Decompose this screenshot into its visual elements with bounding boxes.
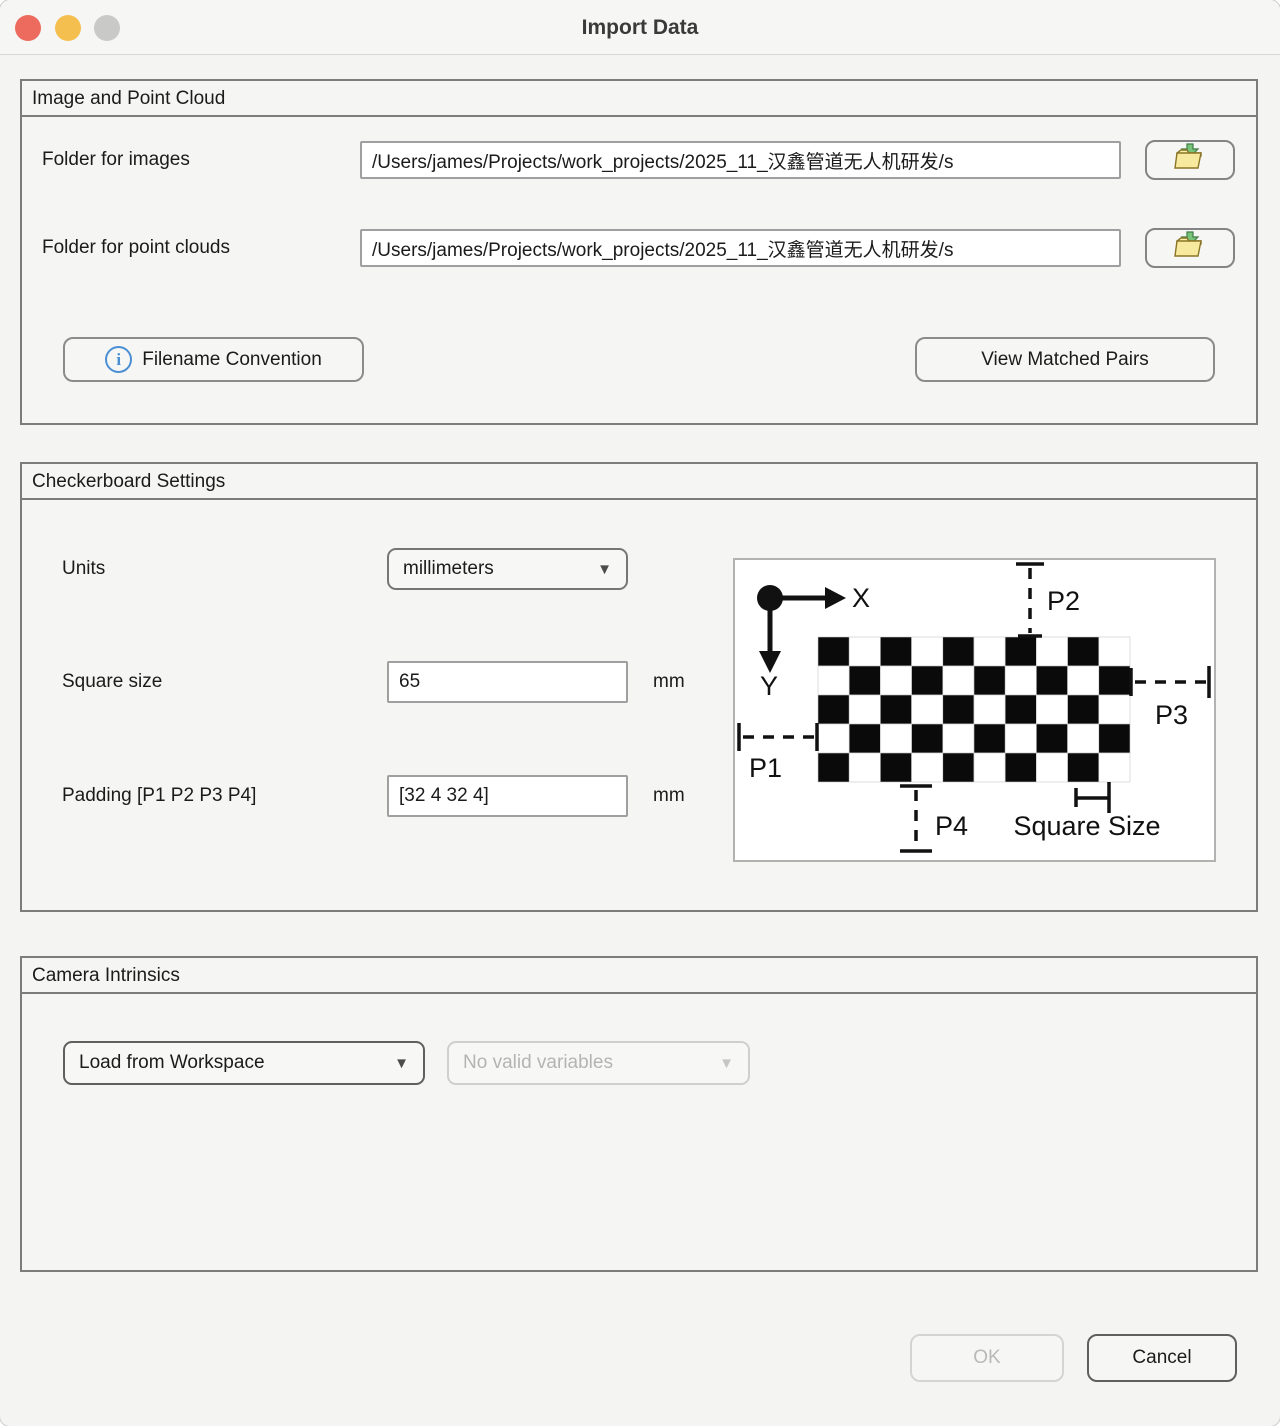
checkerboard-diagram: X Y P2 P3 [733, 558, 1216, 862]
x-axis-label: X [852, 583, 870, 613]
square-size-bracket [1076, 782, 1109, 813]
square-size-unit: mm [653, 661, 685, 703]
units-value: millimeters [403, 558, 494, 580]
titlebar: Import Data [0, 0, 1280, 55]
y-axis-label: Y [760, 671, 778, 701]
view-matched-pairs-label: View Matched Pairs [981, 349, 1149, 371]
padding-label: Padding [P1 P2 P3 P4] [62, 775, 256, 817]
square-size-label: Square size [62, 661, 162, 703]
checkerboard-squares [818, 637, 1130, 782]
intrinsics-variables-dropdown: No valid variables ▼ [447, 1041, 750, 1085]
folder-images-input[interactable] [360, 141, 1121, 179]
view-matched-pairs-button[interactable]: View Matched Pairs [915, 337, 1215, 382]
square-size-input[interactable] [387, 661, 628, 703]
folder-open-icon [1174, 231, 1206, 265]
section-header: Image and Point Cloud [22, 81, 1256, 117]
p1-measure-line [739, 723, 817, 751]
folder-open-icon [1174, 143, 1206, 177]
info-icon: i [105, 346, 132, 373]
folder-point-clouds-label: Folder for point clouds [42, 229, 230, 267]
browse-images-button[interactable] [1145, 140, 1235, 180]
p4-measure-line [900, 786, 932, 851]
filename-convention-button[interactable]: i Filename Convention [63, 337, 364, 382]
camera-intrinsics-section: Camera Intrinsics Load from Workspace ▼ … [20, 956, 1258, 1272]
units-dropdown[interactable]: millimeters ▼ [387, 548, 628, 590]
intrinsics-source-dropdown[interactable]: Load from Workspace ▼ [63, 1041, 425, 1085]
p3-measure-line [1131, 666, 1209, 698]
filename-convention-label: Filename Convention [142, 349, 322, 371]
p2-measure-line [1016, 564, 1044, 636]
padding-unit: mm [653, 775, 685, 817]
chevron-down-icon: ▼ [719, 1055, 734, 1072]
image-point-cloud-section: Image and Point Cloud Folder for images … [20, 79, 1258, 425]
p4-label: P4 [935, 811, 968, 841]
cancel-label: Cancel [1132, 1347, 1191, 1369]
import-data-dialog: Import Data Image and Point Cloud Folder… [0, 0, 1280, 1426]
intrinsics-variables-value: No valid variables [463, 1052, 613, 1074]
checkerboard-diagram-svg: X Y P2 P3 [735, 560, 1214, 860]
square-size-caption: Square Size [1013, 811, 1160, 841]
cancel-button[interactable]: Cancel [1087, 1334, 1237, 1382]
padding-input[interactable] [387, 775, 628, 817]
folder-images-label: Folder for images [42, 141, 190, 179]
units-label: Units [62, 548, 105, 590]
window-title: Import Data [0, 0, 1280, 55]
p2-label: P2 [1047, 586, 1080, 616]
checkerboard-settings-section: Checkerboard Settings Units millimeters … [20, 462, 1258, 912]
chevron-down-icon: ▼ [394, 1055, 409, 1072]
chevron-down-icon: ▼ [597, 561, 612, 578]
section-header: Camera Intrinsics [22, 958, 1256, 994]
folder-point-clouds-input[interactable] [360, 229, 1121, 267]
ok-label: OK [973, 1347, 1000, 1369]
intrinsics-source-value: Load from Workspace [79, 1052, 265, 1074]
section-header: Checkerboard Settings [22, 464, 1256, 500]
ok-button: OK [910, 1334, 1064, 1382]
p1-label: P1 [749, 753, 782, 783]
browse-point-clouds-button[interactable] [1145, 228, 1235, 268]
p3-label: P3 [1155, 700, 1188, 730]
